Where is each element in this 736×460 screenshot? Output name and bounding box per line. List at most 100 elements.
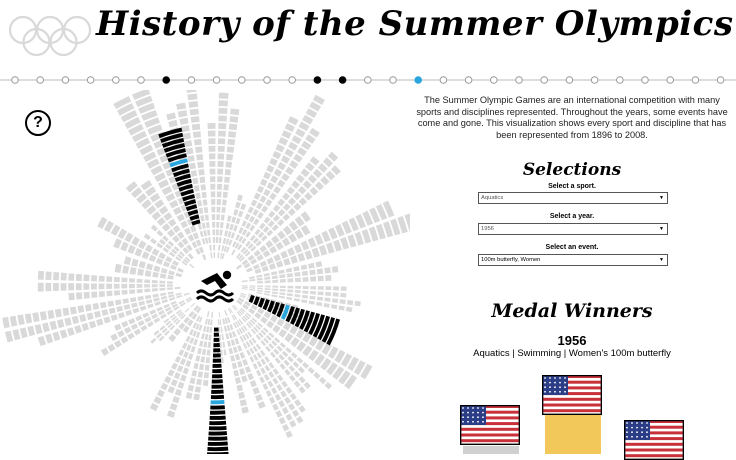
event-cell[interactable] bbox=[205, 222, 210, 229]
event-cell[interactable] bbox=[122, 265, 130, 274]
event-cell[interactable] bbox=[301, 270, 309, 276]
event-cell[interactable] bbox=[256, 185, 265, 194]
event-cell[interactable] bbox=[129, 266, 137, 275]
event-cell[interactable] bbox=[209, 168, 216, 175]
event-cell[interactable] bbox=[151, 248, 160, 257]
event-cell[interactable] bbox=[45, 282, 52, 292]
event-cell[interactable] bbox=[280, 390, 287, 398]
event-cell[interactable] bbox=[174, 355, 182, 363]
event-cell[interactable] bbox=[285, 386, 293, 394]
event-cell[interactable] bbox=[246, 349, 251, 356]
event-cell[interactable] bbox=[271, 275, 278, 280]
event-cell[interactable] bbox=[267, 380, 274, 388]
event-cell[interactable] bbox=[325, 242, 335, 254]
event-cell[interactable] bbox=[49, 320, 58, 331]
event-cell[interactable] bbox=[52, 282, 59, 292]
event-cell[interactable] bbox=[282, 213, 291, 222]
event-cell[interactable] bbox=[256, 352, 262, 359]
event-cell[interactable] bbox=[127, 244, 136, 255]
event-cell[interactable] bbox=[264, 276, 271, 280]
event-cell[interactable] bbox=[287, 289, 294, 293]
event-cell[interactable] bbox=[259, 349, 266, 357]
event-cell[interactable] bbox=[195, 355, 201, 362]
event-cell[interactable] bbox=[189, 263, 195, 269]
event-cell[interactable] bbox=[224, 230, 228, 237]
event-cell[interactable] bbox=[235, 201, 241, 209]
event-cell[interactable] bbox=[2, 316, 10, 329]
event-cell[interactable] bbox=[209, 176, 216, 183]
event-cell[interactable] bbox=[281, 406, 289, 415]
event-cell[interactable] bbox=[219, 319, 222, 326]
event-cell[interactable] bbox=[267, 220, 275, 228]
event-cell[interactable] bbox=[56, 319, 65, 329]
event-cell[interactable] bbox=[264, 288, 271, 291]
event-cell[interactable] bbox=[227, 215, 232, 222]
event-cell[interactable] bbox=[297, 185, 307, 195]
event-cell[interactable] bbox=[218, 115, 227, 122]
event-cell[interactable] bbox=[218, 123, 227, 130]
event-cell[interactable] bbox=[206, 326, 210, 333]
event-cell[interactable] bbox=[237, 194, 243, 202]
event-cell[interactable] bbox=[64, 317, 72, 327]
timeline-dot[interactable] bbox=[187, 76, 196, 84]
event-cell[interactable] bbox=[220, 222, 224, 229]
event-cell[interactable] bbox=[188, 101, 199, 108]
event-cell[interactable] bbox=[39, 311, 48, 321]
event-cell[interactable] bbox=[252, 263, 260, 270]
event-cell[interactable] bbox=[60, 283, 67, 291]
timeline-dot[interactable] bbox=[86, 76, 95, 84]
event-cell[interactable] bbox=[301, 140, 312, 151]
event-cell[interactable] bbox=[208, 145, 216, 152]
event-cell[interactable] bbox=[317, 291, 324, 296]
event-cell[interactable] bbox=[274, 393, 282, 401]
event-cell[interactable] bbox=[193, 185, 200, 192]
event-cell[interactable] bbox=[282, 225, 293, 236]
event-cell[interactable] bbox=[172, 395, 180, 404]
event-cell[interactable] bbox=[325, 291, 332, 297]
event-cell[interactable] bbox=[144, 288, 151, 293]
event-cell[interactable] bbox=[163, 212, 173, 221]
event-cell[interactable] bbox=[167, 284, 173, 287]
event-cell[interactable] bbox=[212, 229, 216, 236]
event-cell[interactable] bbox=[114, 323, 122, 331]
event-cell[interactable] bbox=[192, 177, 199, 185]
event-cell[interactable] bbox=[249, 285, 256, 287]
event-cell-highlight[interactable] bbox=[207, 446, 229, 452]
event-cell[interactable] bbox=[101, 309, 109, 317]
event-cell[interactable] bbox=[210, 319, 213, 326]
event-cell[interactable] bbox=[185, 335, 191, 343]
event-cell[interactable] bbox=[167, 281, 173, 284]
event-cell[interactable] bbox=[287, 208, 296, 216]
event-cell[interactable] bbox=[231, 330, 237, 338]
event-cell[interactable] bbox=[168, 270, 175, 276]
event-cell[interactable] bbox=[196, 378, 202, 386]
event-cell[interactable] bbox=[298, 405, 306, 413]
timeline-dot[interactable] bbox=[590, 76, 599, 84]
event-cell[interactable] bbox=[309, 290, 317, 295]
event-cell[interactable] bbox=[269, 192, 277, 201]
event-cell[interactable] bbox=[293, 380, 301, 388]
event-cell[interactable] bbox=[288, 365, 296, 372]
event-cell[interactable] bbox=[240, 203, 247, 211]
event-cell-highlight[interactable] bbox=[208, 436, 228, 441]
event-cell[interactable] bbox=[210, 183, 216, 190]
event-cell[interactable] bbox=[263, 293, 270, 296]
event-cell[interactable] bbox=[281, 173, 290, 182]
event-cell[interactable] bbox=[149, 402, 159, 412]
event-cell[interactable] bbox=[79, 314, 87, 323]
event-cell[interactable] bbox=[158, 205, 169, 215]
event-cell[interactable] bbox=[141, 251, 150, 260]
event-cell[interactable] bbox=[278, 295, 285, 299]
event-cell[interactable] bbox=[117, 312, 125, 319]
event-cell[interactable] bbox=[272, 368, 279, 376]
event-cell[interactable] bbox=[187, 353, 194, 360]
event-cell[interactable] bbox=[123, 256, 132, 266]
event-cell[interactable] bbox=[272, 150, 282, 160]
event-cell[interactable] bbox=[86, 312, 94, 321]
event-cell[interactable] bbox=[246, 267, 253, 273]
event-cell[interactable] bbox=[169, 403, 178, 411]
event-cell[interactable] bbox=[286, 186, 295, 195]
event-cell[interactable] bbox=[226, 146, 235, 153]
event-cell[interactable] bbox=[284, 396, 292, 405]
event-cell[interactable] bbox=[117, 330, 125, 338]
